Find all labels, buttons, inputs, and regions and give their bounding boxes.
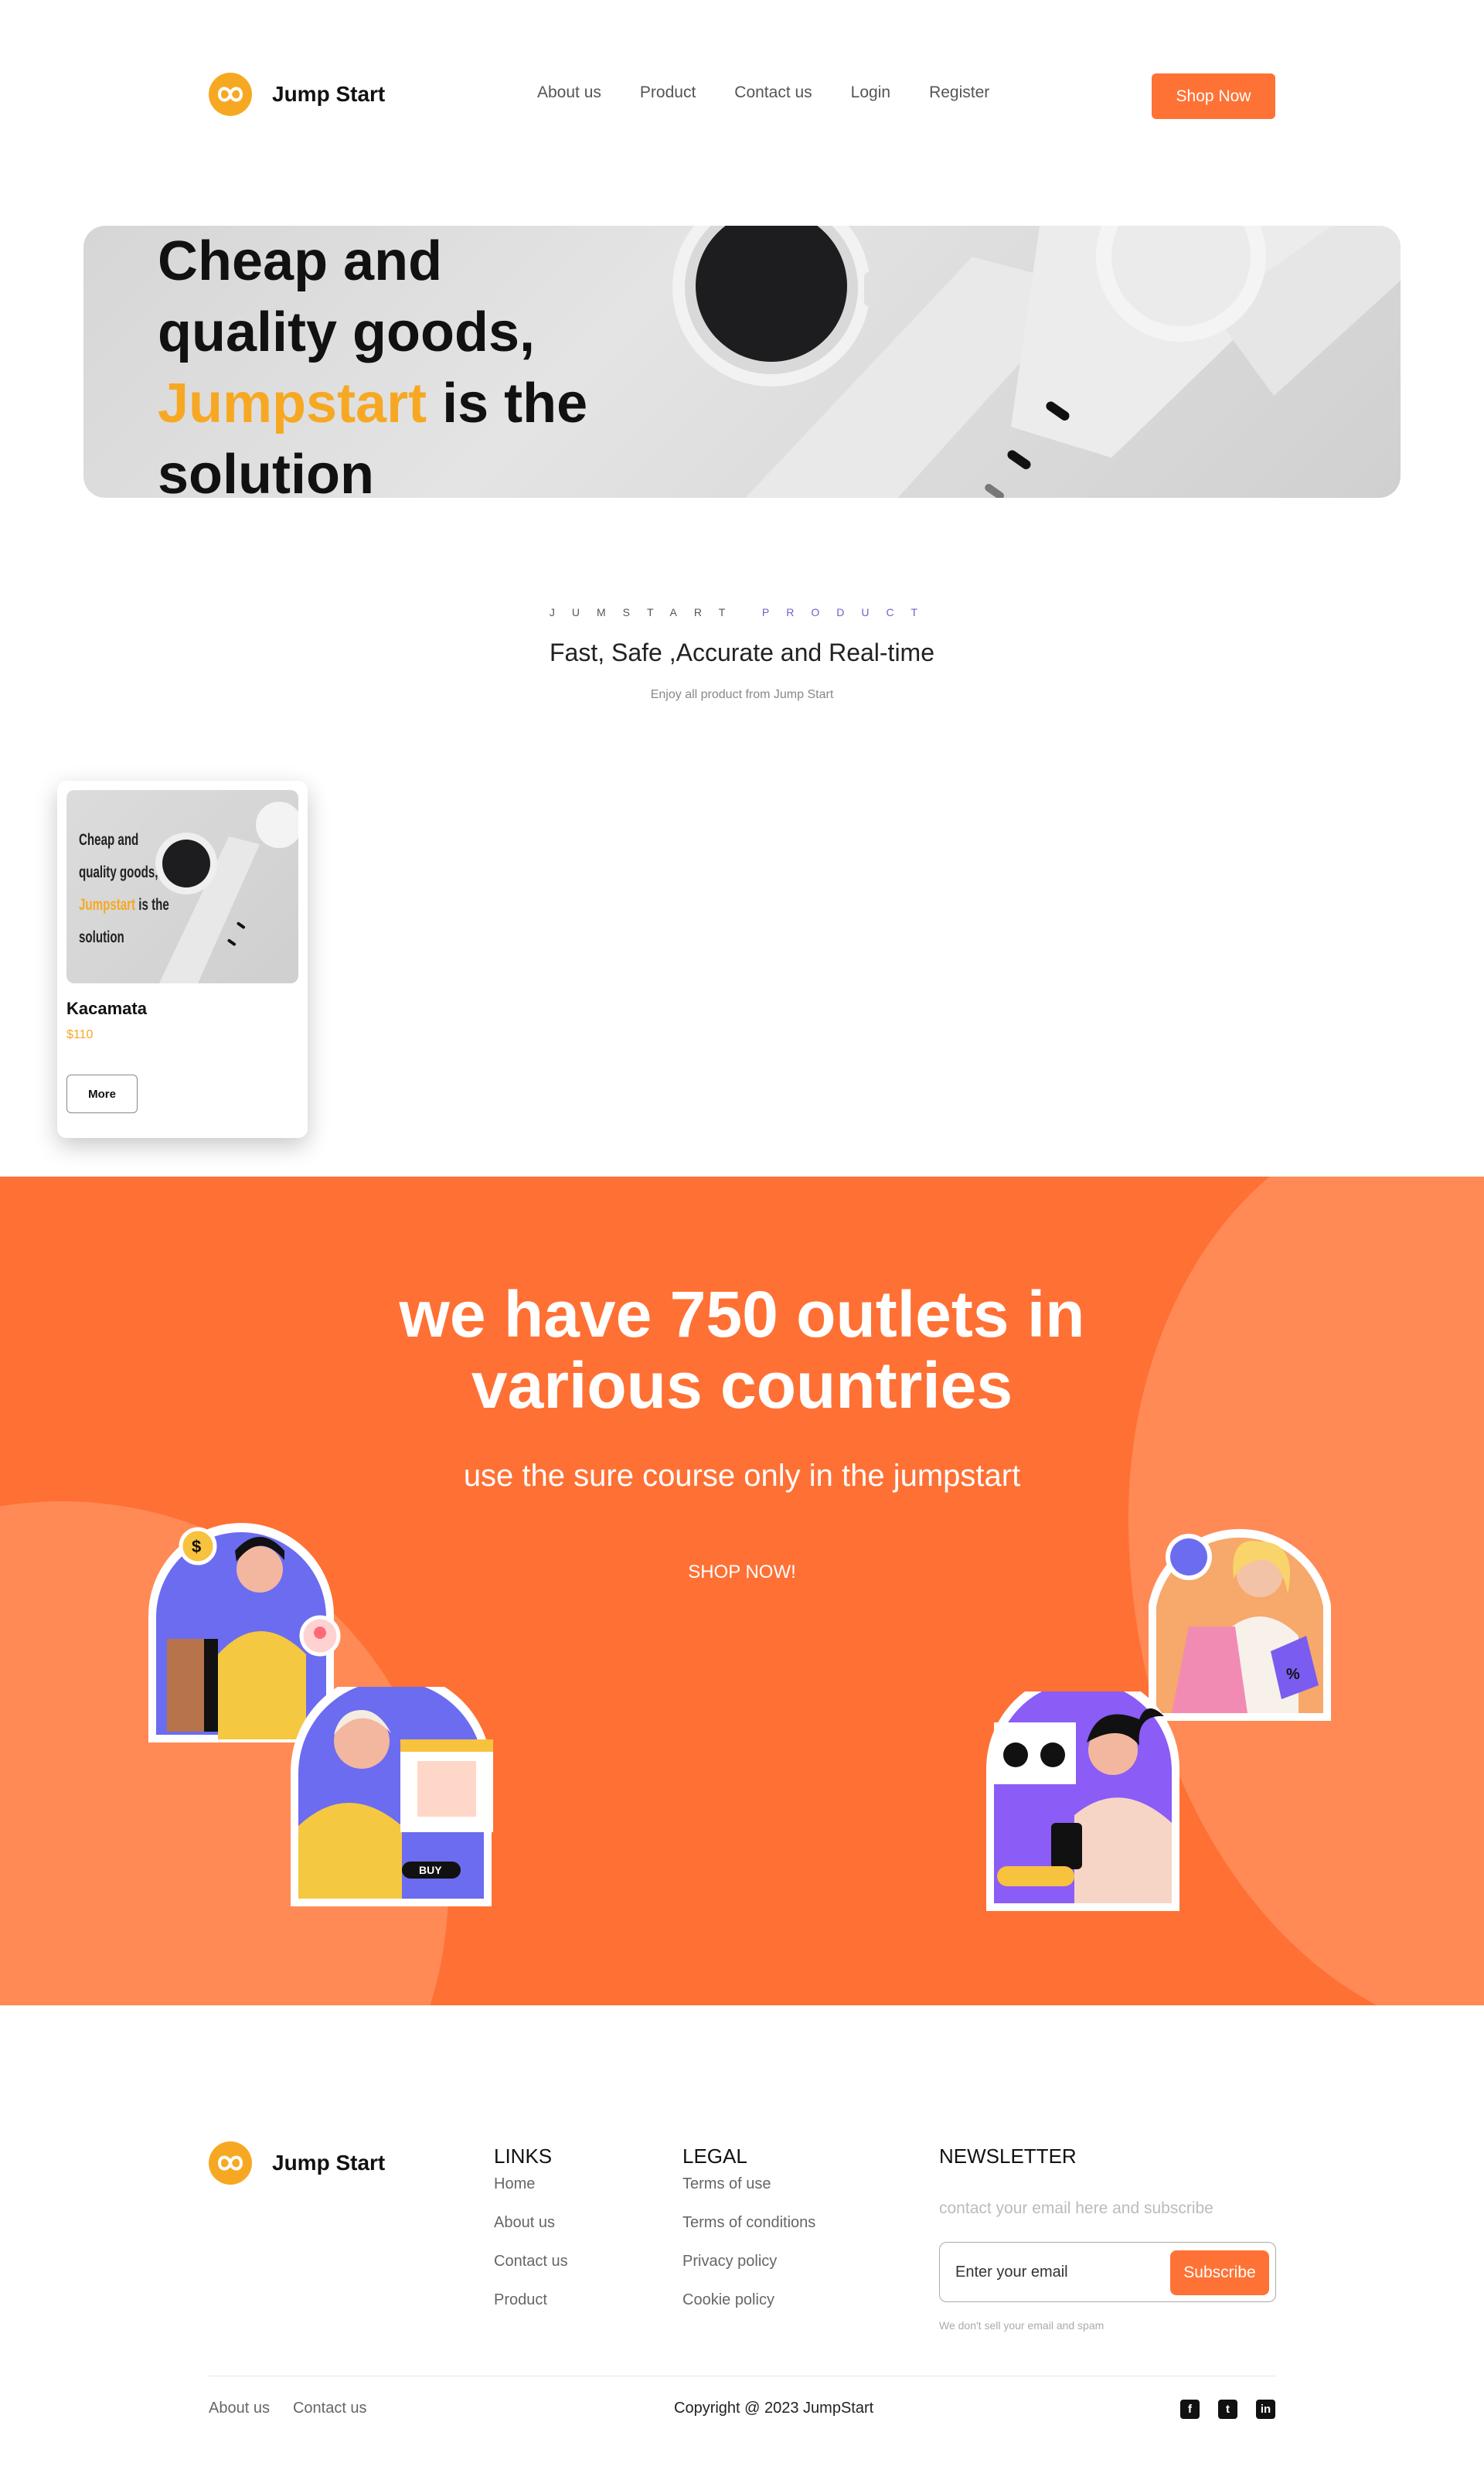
footer-link-product[interactable]: Product bbox=[494, 2289, 568, 2328]
card-caption-line-2: quality goods, bbox=[79, 864, 158, 881]
eyebrow-part-1: JUMSTART bbox=[549, 606, 742, 618]
card-caption-line-4: solution bbox=[79, 928, 124, 946]
hero-line-3-rest: is the bbox=[427, 373, 588, 434]
online-shopper-illustration: BUY bbox=[291, 1687, 493, 1906]
top-navigation: Jump Start About us Product Contact us L… bbox=[0, 0, 1484, 193]
section-subtitle: Enjoy all product from Jump Start bbox=[650, 688, 834, 701]
banner-title-line-1: we have 750 outlets in bbox=[399, 1278, 1085, 1351]
facebook-icon[interactable]: f bbox=[1180, 2400, 1200, 2419]
product-image: Cheap and quality goods, Jumpstart is th… bbox=[66, 790, 298, 983]
brand-name: Jump Start bbox=[272, 82, 386, 106]
footer-links-column: LINKS Home About us Contact us Product bbox=[494, 2144, 568, 2328]
footer-link-privacy-policy[interactable]: Privacy policy bbox=[682, 2250, 815, 2289]
svg-text:%: % bbox=[1286, 1666, 1300, 1683]
footer-newsletter-column: NEWSLETTER bbox=[939, 2144, 1077, 2173]
footer-logo-icon bbox=[209, 2141, 252, 2185]
logo-icon bbox=[209, 73, 252, 116]
nav-link-product[interactable]: Product bbox=[640, 83, 696, 102]
newsletter-heading: NEWSLETTER bbox=[939, 2144, 1077, 2168]
product-image-caption: Cheap and quality goods, Jumpstart is th… bbox=[79, 824, 169, 954]
subscribe-button[interactable]: Subscribe bbox=[1170, 2250, 1269, 2295]
section-title: Fast, Safe ,Accurate and Real-time bbox=[550, 639, 934, 666]
nav-link-about[interactable]: About us bbox=[537, 83, 601, 102]
smartwatch-illustration bbox=[672, 226, 1401, 498]
copyright-text: Copyright @ 2023 JumpStart bbox=[674, 2400, 874, 2417]
footer-link-cookie-policy[interactable]: Cookie policy bbox=[682, 2289, 815, 2328]
footer-legal-column: LEGAL Terms of use Terms of conditions P… bbox=[682, 2144, 815, 2328]
nav-link-login[interactable]: Login bbox=[851, 83, 890, 102]
banner-subtitle: use the sure course only in the jumpstar… bbox=[463, 1459, 1021, 1493]
newsletter-hint: contact your email here and subscribe bbox=[939, 2199, 1213, 2217]
hero-headline: Cheap and quality goods, Jumpstart is th… bbox=[158, 226, 587, 498]
card-caption-line-1: Cheap and bbox=[79, 831, 139, 849]
footer-bottom-links: About us Contact us bbox=[209, 2400, 367, 2417]
bottom-link-about[interactable]: About us bbox=[209, 2400, 270, 2417]
banner-title-line-2: various countries bbox=[471, 1349, 1013, 1422]
svg-text:$: $ bbox=[192, 1537, 201, 1556]
bottom-link-contact[interactable]: Contact us bbox=[293, 2400, 367, 2417]
hero-line-2: quality goods, bbox=[158, 301, 536, 363]
hero-accent-word: Jumpstart bbox=[158, 373, 427, 434]
footer-brand-name: Jump Start bbox=[272, 2151, 386, 2175]
linkedin-icon[interactable]: in bbox=[1256, 2400, 1275, 2419]
hero-line-1: Cheap and bbox=[158, 230, 443, 292]
section-eyebrow: JUMSTART PRODUCT bbox=[0, 606, 1484, 618]
card-caption-line-3: Jumpstart is the bbox=[79, 889, 169, 921]
shop-now-button[interactable]: Shop Now bbox=[1152, 73, 1275, 119]
card-caption-line-3-rest: is the bbox=[135, 896, 169, 914]
phone-shopper-illustration bbox=[986, 1691, 1179, 1911]
outlets-banner: we have 750 outlets in various countries… bbox=[0, 1177, 1484, 2005]
product-name: Kacamata bbox=[66, 999, 147, 1018]
svg-text:BUY: BUY bbox=[419, 1864, 442, 1876]
footer-link-home[interactable]: Home bbox=[494, 2173, 568, 2212]
footer-link-terms-of-conditions[interactable]: Terms of conditions bbox=[682, 2212, 815, 2250]
footer-link-terms-of-use[interactable]: Terms of use bbox=[682, 2173, 815, 2212]
banner-title: we have 750 outlets in various countries bbox=[0, 1279, 1484, 1421]
footer-links-heading: LINKS bbox=[494, 2144, 553, 2168]
nav-link-register[interactable]: Register bbox=[929, 83, 989, 102]
banner-shop-button[interactable]: SHOP NOW! bbox=[642, 1552, 842, 1593]
hero-line-4: solution bbox=[158, 444, 374, 498]
brand-logo[interactable]: Jump Start bbox=[209, 73, 385, 116]
more-button[interactable]: More bbox=[66, 1075, 138, 1113]
card-caption-accent: Jumpstart bbox=[79, 896, 136, 914]
newsletter-form: Subscribe bbox=[939, 2242, 1276, 2302]
nav-links: About us Product Contact us Login Regist… bbox=[537, 83, 989, 102]
hero-line-3: Jumpstart is the bbox=[158, 368, 587, 439]
product-card[interactable]: Cheap and quality goods, Jumpstart is th… bbox=[57, 781, 308, 1138]
footer-legal-heading: LEGAL bbox=[682, 2144, 747, 2168]
twitter-icon[interactable]: t bbox=[1218, 2400, 1237, 2419]
eyebrow-part-2: PRODUCT bbox=[761, 606, 935, 618]
nav-link-contact[interactable]: Contact us bbox=[734, 83, 812, 102]
email-input[interactable] bbox=[955, 2257, 1141, 2288]
newsletter-note: We don't sell your email and spam bbox=[939, 2319, 1104, 2332]
footer-logo[interactable]: Jump Start bbox=[209, 2141, 385, 2185]
hero-banner: Cheap and quality goods, Jumpstart is th… bbox=[83, 226, 1401, 498]
social-links: f t in bbox=[1180, 2400, 1275, 2419]
product-price: $110 bbox=[66, 1028, 94, 1041]
footer-link-about[interactable]: About us bbox=[494, 2212, 568, 2250]
footer-link-contact[interactable]: Contact us bbox=[494, 2250, 568, 2289]
